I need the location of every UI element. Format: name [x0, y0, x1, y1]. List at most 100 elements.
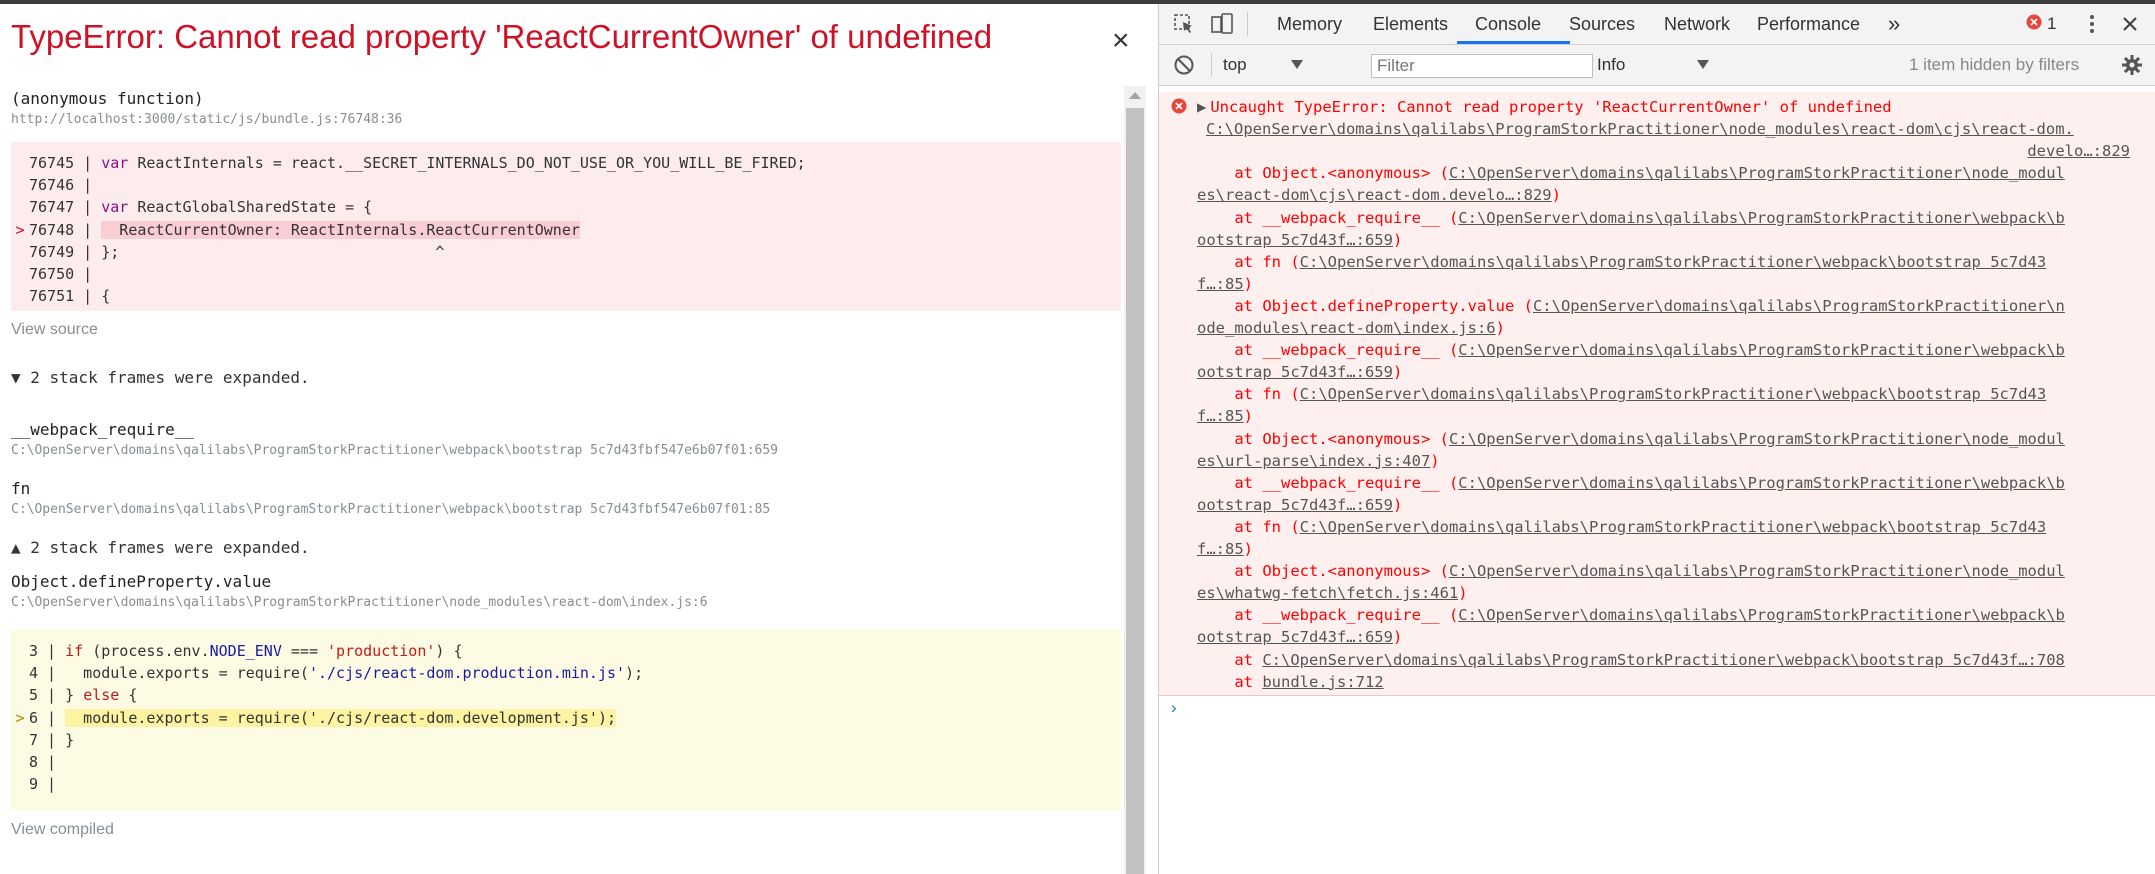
view-source-link[interactable]: View source: [11, 321, 98, 339]
console-prompt-icon[interactable]: ›: [1171, 698, 1177, 718]
source-link[interactable]: C:\OpenServer\domains\qalilabs\ProgramSt…: [1458, 209, 2065, 227]
error-icon: [1171, 98, 1187, 114]
console-line: ootstrap 5c7d43f…:659): [1197, 361, 1402, 383]
code-line-number: 6 |: [29, 708, 66, 727]
code-line-number: 7 |: [29, 730, 66, 749]
code-token: module.exports = require(: [65, 664, 309, 683]
code-token: ReactCurrentOwner: ReactInternals.ReactC…: [101, 220, 580, 239]
source-link[interactable]: C:\OpenServer\domains\qalilabs\ProgramSt…: [1458, 474, 2065, 492]
code-line: 9 |: [11, 773, 65, 795]
view-compiled-link[interactable]: View compiled: [11, 821, 114, 839]
kebab-menu-icon[interactable]: [2081, 13, 2103, 35]
code-token: else: [83, 686, 120, 705]
code-token: if: [65, 642, 84, 660]
source-link[interactable]: es\url-parse\index.js:407: [1197, 452, 1430, 470]
code-line: >6 | module.exports = require('./cjs/rea…: [11, 707, 617, 729]
source-link[interactable]: bundle.js:712: [1262, 673, 1383, 691]
console-text: at: [1197, 650, 1263, 669]
scrollbar-thumb[interactable]: [1126, 108, 1144, 874]
console-settings-gear-icon[interactable]: [2121, 54, 2143, 76]
overlay-scrollbar[interactable]: [1124, 86, 1146, 874]
tab-elements[interactable]: Elements: [1373, 4, 1448, 44]
expand-triangle-icon[interactable]: ▶: [1197, 98, 1206, 116]
console-text: at Object.defineProperty.value (: [1197, 296, 1533, 315]
console-line: ootstrap 5c7d43f…:659): [1197, 229, 1402, 251]
code-line: 4 | module.exports = require('./cjs/reac…: [11, 662, 643, 684]
source-link[interactable]: C:\OpenServer\domains\qalilabs\ProgramSt…: [1449, 164, 2065, 182]
source-link[interactable]: C:\OpenServer\domains\qalilabs\ProgramSt…: [1533, 297, 2065, 315]
close-overlay-button[interactable]: ×: [1112, 26, 1130, 56]
console-error-message: ▶ Uncaught TypeError: Cannot read propert…: [1159, 92, 2155, 696]
inspect-element-icon[interactable]: [1173, 13, 1195, 35]
tab-performance[interactable]: Performance: [1757, 4, 1860, 44]
clear-console-icon[interactable]: [1173, 54, 1195, 76]
source-link[interactable]: f…:85: [1197, 275, 1244, 293]
console-line: es\url-parse\index.js:407): [1197, 450, 1440, 472]
tab-console[interactable]: Console: [1475, 4, 1541, 44]
console-line: at __webpack_require__ (C:\OpenServer\do…: [1197, 339, 2065, 361]
more-tabs-button[interactable]: »: [1888, 4, 1900, 44]
tab-memory[interactable]: Memory: [1277, 4, 1342, 44]
scroll-up-arrow-icon[interactable]: [1129, 92, 1141, 99]
source-link[interactable]: develo…:829: [2027, 142, 2130, 160]
source-link[interactable]: es\react-dom\cjs\react-dom.develo…:829: [1197, 186, 1552, 204]
source-link[interactable]: C:\OpenServer\domains\qalilabs\ProgramSt…: [1300, 253, 2047, 271]
code-token: }: [65, 730, 75, 749]
error-count-icon[interactable]: [2026, 14, 2042, 30]
code-token: );: [625, 664, 644, 683]
source-link[interactable]: ootstrap 5c7d43f…:659: [1197, 363, 1393, 381]
tab-network[interactable]: Network: [1664, 4, 1730, 44]
source-link[interactable]: ootstrap 5c7d43f…:659: [1197, 628, 1393, 646]
toolbar-divider: [1247, 12, 1248, 36]
code-line: >76748 | ReactCurrentOwner: ReactInterna…: [11, 219, 580, 241]
source-link[interactable]: f…:85: [1197, 407, 1244, 425]
error-count[interactable]: 1: [2047, 4, 2056, 44]
source-link[interactable]: C:\OpenServer\domains\qalilabs\ProgramSt…: [1300, 518, 2047, 536]
source-link[interactable]: es\whatwg-fetch\fetch.js:461: [1197, 584, 1458, 602]
source-link[interactable]: C:\OpenServer\domains\qalilabs\ProgramSt…: [1458, 341, 2065, 359]
chevron-down-icon: [1697, 60, 1709, 69]
source-link[interactable]: f…:85: [1197, 540, 1244, 558]
stack-frame-location: http://localhost:3000/static/js/bundle.j…: [11, 112, 403, 127]
source-link[interactable]: C:\OpenServer\domains\qalilabs\ProgramSt…: [1206, 120, 2074, 138]
code-line: 76746 |: [11, 174, 101, 196]
code-line: 76751 | {: [11, 285, 110, 307]
log-level-select[interactable]: Info: [1597, 53, 1717, 77]
stack-frame-location: C:\OpenServer\domains\qalilabs\ProgramSt…: [11, 502, 771, 517]
tab-sources[interactable]: Sources: [1569, 4, 1635, 44]
code-line: 76750 |: [11, 263, 101, 285]
stack-frames-toggle-collapsed[interactable]: ▲ 2 stack frames were expanded.: [11, 538, 310, 557]
source-link[interactable]: C:\OpenServer\domains\qalilabs\ProgramSt…: [1300, 385, 2047, 403]
source-link[interactable]: ode_modules\react-dom\index.js:6: [1197, 319, 1496, 337]
console-line: at Object.<anonymous> (C:\OpenServer\dom…: [1197, 428, 2065, 450]
device-toolbar-icon[interactable]: [1211, 13, 1233, 35]
code-line-number: 76750 |: [29, 265, 102, 283]
console-output[interactable]: ▶ Uncaught TypeError: Cannot read propert…: [1159, 86, 2155, 874]
console-line: at __webpack_require__ (C:\OpenServer\do…: [1197, 472, 2065, 494]
error-overlay-content[interactable]: (anonymous function) http://localhost:30…: [0, 86, 1124, 874]
code-snippet-bundle: 76745 | var ReactInternals = react.__SEC…: [11, 142, 1121, 311]
stack-frames-toggle-expanded[interactable]: ▼ 2 stack frames were expanded.: [11, 368, 310, 387]
console-text: ): [1243, 407, 1254, 426]
close-devtools-icon[interactable]: [2119, 13, 2141, 35]
console-toolbar: top Info 1 item hidden by filters: [1159, 45, 2155, 86]
source-link[interactable]: C:\OpenServer\domains\qalilabs\ProgramSt…: [1449, 430, 2065, 448]
console-text: ): [1392, 495, 1403, 514]
console-line: at Object.<anonymous> (C:\OpenServer\dom…: [1197, 560, 2065, 582]
source-link[interactable]: C:\OpenServer\domains\qalilabs\ProgramSt…: [1449, 562, 2065, 580]
context-select-value: top: [1223, 55, 1247, 74]
code-line-number: 9 |: [29, 775, 66, 794]
console-line: at __webpack_require__ (C:\OpenServer\do…: [1197, 604, 2065, 626]
source-link[interactable]: C:\OpenServer\domains\qalilabs\ProgramSt…: [1458, 606, 2065, 624]
code-line-number: 76748 |: [29, 220, 102, 239]
source-link[interactable]: ootstrap 5c7d43f…:659: [1197, 496, 1393, 514]
console-text: ): [1392, 628, 1403, 647]
console-line: f…:85): [1197, 273, 1253, 295]
context-select[interactable]: top: [1223, 53, 1353, 77]
console-text: ): [1392, 363, 1403, 382]
console-filter-input[interactable]: [1371, 54, 1593, 78]
code-snippet-react-dom-index: 3 | if (process.env.NODE_ENV === 'produc…: [11, 630, 1121, 810]
source-link[interactable]: ootstrap 5c7d43f…:659: [1197, 231, 1393, 249]
code-token: NODE_ENV: [209, 642, 282, 660]
source-link[interactable]: C:\OpenServer\domains\qalilabs\ProgramSt…: [1262, 651, 2065, 669]
